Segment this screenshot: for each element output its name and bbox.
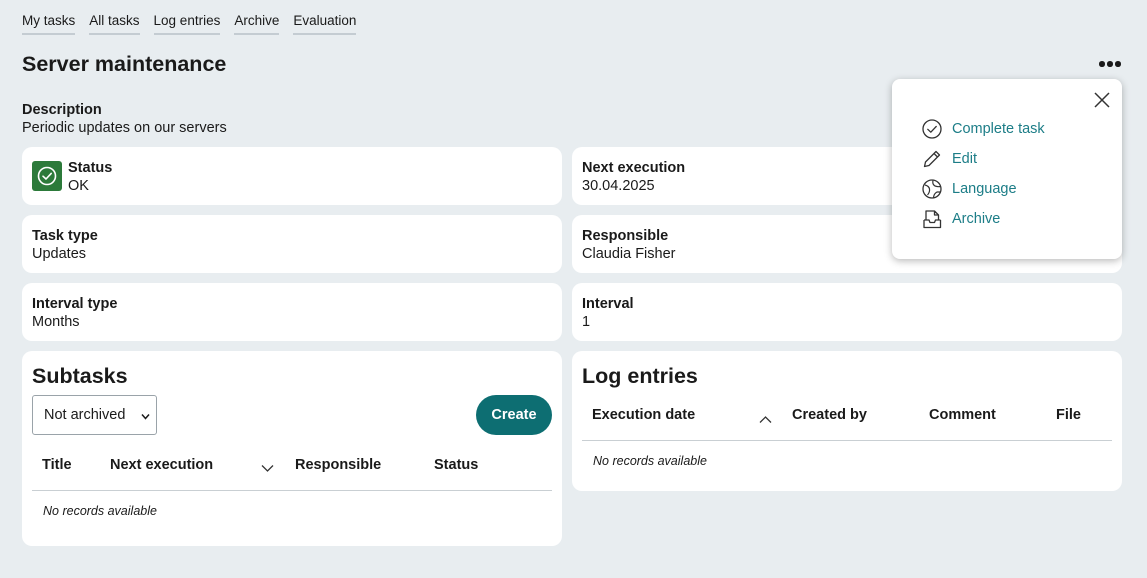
create-subtask-button[interactable]: Create [476,395,552,435]
more-options-icon[interactable] [1099,57,1125,71]
archive-filter-value: Not archived [44,407,126,423]
column-header-status[interactable]: Status [434,457,478,473]
task-type-label: Task type [32,228,98,244]
sort-desc-icon[interactable] [261,460,274,478]
interval-card: Interval 1 [572,283,1122,341]
interval-label: Interval [582,296,634,312]
globe-icon [921,178,943,200]
column-header-title[interactable]: Title [42,457,72,473]
column-header-next-execution[interactable]: Next execution [110,457,213,473]
subtasks-empty-text: No records available [43,504,157,518]
log-entries-empty-text: No records available [593,454,707,468]
menu-item-label: Complete task [952,121,1045,137]
page-title: Server maintenance [22,52,227,76]
menu-item-language[interactable]: Language [921,177,1017,201]
column-header-comment[interactable]: Comment [929,407,996,423]
column-header-file[interactable]: File [1056,407,1081,423]
close-icon[interactable] [1093,91,1111,109]
tab-all-tasks[interactable]: All tasks [89,12,140,35]
menu-item-complete-task[interactable]: Complete task [921,117,1045,141]
interval-type-card: Interval type Months [22,283,562,341]
archive-filter-select[interactable]: Not archived [32,395,157,435]
menu-item-label: Archive [952,211,1001,227]
interval-type-label: Interval type [32,296,118,312]
column-header-responsible[interactable]: Responsible [295,457,381,473]
menu-item-label: Edit [952,151,977,167]
tab-my-tasks[interactable]: My tasks [22,12,76,35]
archive-box-icon [921,208,943,230]
check-circle-icon [921,118,943,140]
tab-log-entries[interactable]: Log entries [153,12,221,35]
top-tabs: My tasks All tasks Log entries Archive E… [22,12,357,35]
sort-asc-icon[interactable] [759,411,772,429]
interval-value: 1 [582,314,591,330]
column-header-execution-date[interactable]: Execution date [592,407,695,423]
table-header-divider [582,440,1112,441]
pencil-icon [921,148,943,170]
status-value: OK [68,178,89,194]
interval-type-value: Months [32,314,80,330]
log-entries-title: Log entries [582,364,698,388]
tab-archive[interactable]: Archive [234,12,280,35]
status-card: Status OK [22,147,562,205]
menu-item-label: Language [952,181,1017,197]
tab-evaluation[interactable]: Evaluation [293,12,357,35]
table-header-divider [32,490,552,491]
log-entries-card: Log entries Execution date Created by Co… [572,351,1122,491]
task-type-card: Task type Updates [22,215,562,273]
task-type-value: Updates [32,246,87,262]
status-label: Status [68,160,113,176]
description-value: Periodic updates on our servers [22,120,227,136]
check-circle-icon [32,161,62,191]
menu-item-archive[interactable]: Archive [921,207,1000,231]
chevron-down-icon [140,410,151,426]
description: Description Periodic updates on our serv… [22,101,227,137]
menu-item-edit[interactable]: Edit [921,147,977,171]
column-header-created-by[interactable]: Created by [792,407,867,423]
actions-menu: Complete task Edit Language Archive [892,79,1122,259]
subtasks-card: Subtasks Not archived Create Title Next … [22,351,562,546]
subtasks-title: Subtasks [32,364,128,388]
description-label: Description [22,102,102,118]
